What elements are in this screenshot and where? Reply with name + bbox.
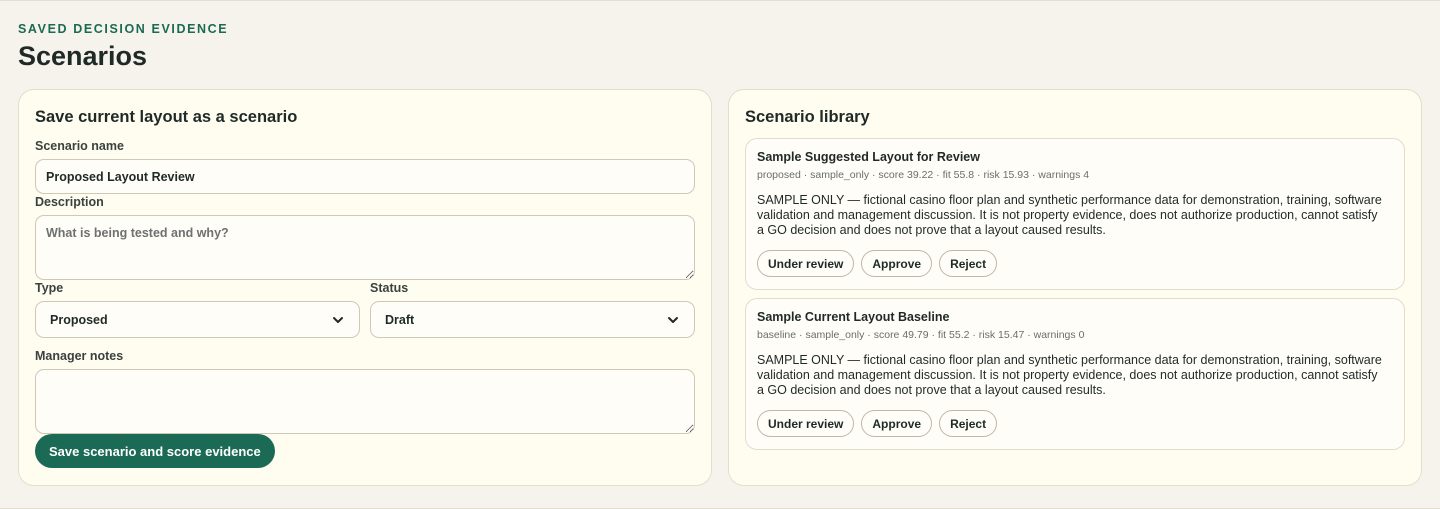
description-textarea[interactable] <box>35 215 695 280</box>
reject-button[interactable]: Reject <box>939 410 998 437</box>
under-review-button[interactable]: Under review <box>757 250 855 277</box>
scenario-meta: baseline · sample_only · score 49.79 · f… <box>757 329 1085 341</box>
chevron-down-icon <box>333 316 343 323</box>
status-label: Status <box>370 281 409 295</box>
scenario-actions: Under review Approve Reject <box>757 410 998 437</box>
scenario-meta: proposed · sample_only · score 39.22 · f… <box>757 169 1090 181</box>
scenario-name: Sample Suggested Layout for Review <box>757 150 980 164</box>
chevron-down-icon <box>668 316 678 323</box>
save-scenario-card: Save current layout as a scenario Scenar… <box>18 89 712 486</box>
page-title: Scenarios <box>18 41 148 71</box>
scenario-name-label: Scenario name <box>35 139 124 153</box>
approve-button[interactable]: Approve <box>861 250 933 277</box>
scenario-name: Sample Current Layout Baseline <box>757 310 950 324</box>
scenario-actions: Under review Approve Reject <box>757 250 998 277</box>
eyebrow-label: SAVED DECISION EVIDENCE <box>18 22 229 36</box>
reject-button[interactable]: Reject <box>939 250 998 277</box>
scenario-description: SAMPLE ONLY — fictional casino floor pla… <box>757 353 1382 397</box>
manager-notes-label: Manager notes <box>35 349 124 363</box>
type-select[interactable]: Proposed <box>35 301 360 338</box>
description-label: Description <box>35 195 104 209</box>
type-select-value: Proposed <box>50 312 108 327</box>
manager-notes-textarea[interactable] <box>35 369 695 434</box>
scenario-library-title: Scenario library <box>745 108 870 126</box>
scenario-library-card: Scenario library Sample Suggested Layout… <box>728 89 1422 486</box>
scenario-description: SAMPLE ONLY — fictional casino floor pla… <box>757 193 1382 237</box>
scenario-item: Sample Current Layout Baseline baseline … <box>745 298 1405 450</box>
save-scenario-title: Save current layout as a scenario <box>35 108 298 126</box>
under-review-button[interactable]: Under review <box>757 410 855 437</box>
scenario-name-input[interactable] <box>35 159 695 194</box>
save-scenario-button[interactable]: Save scenario and score evidence <box>35 434 275 468</box>
status-select[interactable]: Draft <box>370 301 695 338</box>
type-label: Type <box>35 281 64 295</box>
page-header: SAVED DECISION EVIDENCE Scenarios <box>18 22 228 72</box>
approve-button[interactable]: Approve <box>861 410 933 437</box>
scenario-item: Sample Suggested Layout for Review propo… <box>745 138 1405 290</box>
status-select-value: Draft <box>385 312 415 327</box>
